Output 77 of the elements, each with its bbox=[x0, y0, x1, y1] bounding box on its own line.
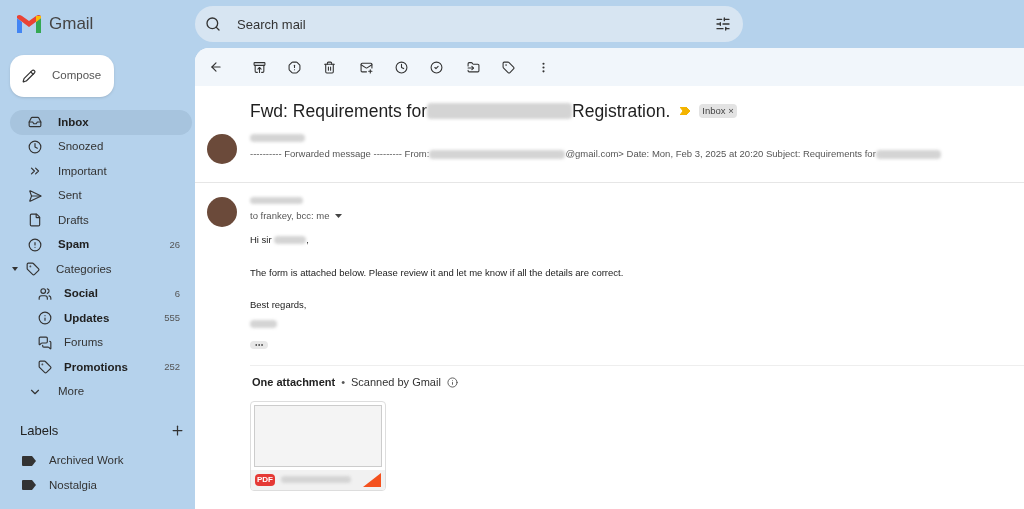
info-icon[interactable] bbox=[446, 377, 458, 388]
file-type-badge: PDF bbox=[255, 473, 275, 486]
compose-button[interactable]: Compose bbox=[10, 55, 114, 97]
nav-item[interactable]: Updates 555 bbox=[10, 306, 192, 331]
subject-text: Registration. bbox=[572, 99, 671, 123]
greeting-text: , bbox=[306, 233, 309, 248]
inbox-icon bbox=[28, 115, 42, 130]
nav-item[interactable]: Promotions 252 bbox=[10, 355, 192, 380]
message-snippet: @gmail.com> Date: Mon, Feb 3, 2025 at 20:20 Subject: Requirements for bbox=[565, 147, 876, 161]
blurred-sender bbox=[250, 134, 305, 142]
caret-icon[interactable] bbox=[334, 213, 342, 219]
blurred-signature bbox=[250, 320, 277, 329]
search-field[interactable]: Search mail bbox=[195, 6, 743, 42]
search-icon bbox=[205, 16, 221, 32]
nav-item[interactable]: Sent bbox=[10, 183, 192, 208]
clock-icon bbox=[28, 139, 42, 154]
nav-item[interactable]: Important bbox=[10, 159, 192, 184]
nav-item[interactable]: Inbox bbox=[10, 110, 192, 135]
pencil-icon bbox=[22, 69, 36, 83]
nav-item[interactable]: More bbox=[10, 379, 192, 404]
importance-marker-icon[interactable] bbox=[680, 107, 691, 115]
message-snippet: ---------- Forwarded message --------- From: bbox=[250, 147, 430, 161]
alert-icon bbox=[28, 237, 42, 252]
chat-icon bbox=[38, 335, 52, 350]
blurred-text bbox=[875, 149, 941, 159]
add-icon[interactable] bbox=[170, 423, 185, 439]
blurred-name bbox=[274, 236, 307, 245]
attachment-count: One attachment bbox=[252, 375, 336, 391]
label-icon bbox=[26, 262, 40, 277]
label-icon bbox=[22, 480, 36, 491]
archive-icon[interactable] bbox=[253, 60, 266, 74]
unread-count: 26 bbox=[169, 237, 180, 252]
greeting-text: Hi sir bbox=[250, 233, 273, 248]
closing-text: Best regards, bbox=[250, 297, 308, 312]
back-icon[interactable] bbox=[209, 60, 223, 74]
message-body: The form is attached below. Please review it and let me know if all the details are correct. bbox=[250, 265, 625, 280]
label-item[interactable]: Nostalgia bbox=[10, 473, 192, 498]
people-icon bbox=[38, 286, 52, 301]
blurred-sender bbox=[250, 197, 303, 204]
tag-icon bbox=[38, 360, 52, 375]
blurred-filename bbox=[281, 476, 351, 484]
delete-icon[interactable] bbox=[323, 60, 336, 74]
send-icon bbox=[28, 188, 42, 203]
inbox-tag[interactable]: Inbox × bbox=[699, 103, 737, 119]
gmail-logo-icon bbox=[17, 15, 41, 33]
scan-note: Scanned by Gmail bbox=[351, 375, 441, 391]
nav-item[interactable]: Social 6 bbox=[10, 281, 192, 306]
corner-fold-icon bbox=[363, 472, 381, 487]
label-icon bbox=[22, 455, 36, 466]
recipients-text: to frankey, bcc: me bbox=[250, 209, 330, 223]
label-item[interactable]: Archived Work bbox=[10, 448, 192, 473]
labels-heading: Labels bbox=[20, 422, 59, 440]
app-name: Gmail bbox=[49, 13, 94, 36]
unread-count: 555 bbox=[164, 311, 180, 326]
show-trimmed-button[interactable] bbox=[250, 341, 268, 350]
filter-icon[interactable] bbox=[715, 16, 731, 32]
move-icon[interactable] bbox=[467, 60, 480, 74]
separator-text: • bbox=[341, 375, 345, 391]
mail-icon[interactable] bbox=[360, 60, 373, 74]
avatar bbox=[207, 197, 237, 227]
file-icon bbox=[28, 213, 42, 228]
nav-item[interactable]: Drafts bbox=[10, 208, 192, 233]
subject-text: Fwd: Requirements for bbox=[250, 99, 427, 123]
info-icon bbox=[38, 311, 52, 326]
task-icon[interactable] bbox=[430, 60, 443, 74]
nav-item[interactable]: Categories bbox=[10, 257, 192, 282]
nav-item[interactable]: Spam 26 bbox=[10, 232, 192, 257]
label-icon[interactable] bbox=[502, 60, 515, 74]
report-icon[interactable] bbox=[288, 60, 301, 74]
clock-icon[interactable] bbox=[395, 60, 408, 74]
attachment-card[interactable]: PDF bbox=[250, 400, 386, 491]
unread-count: 6 bbox=[174, 286, 180, 301]
nav-item[interactable]: Snoozed bbox=[10, 134, 192, 159]
nav-item[interactable]: Forums bbox=[10, 330, 192, 355]
unread-count: 252 bbox=[164, 360, 180, 375]
avatar bbox=[207, 134, 237, 164]
caret-icon bbox=[12, 266, 18, 273]
